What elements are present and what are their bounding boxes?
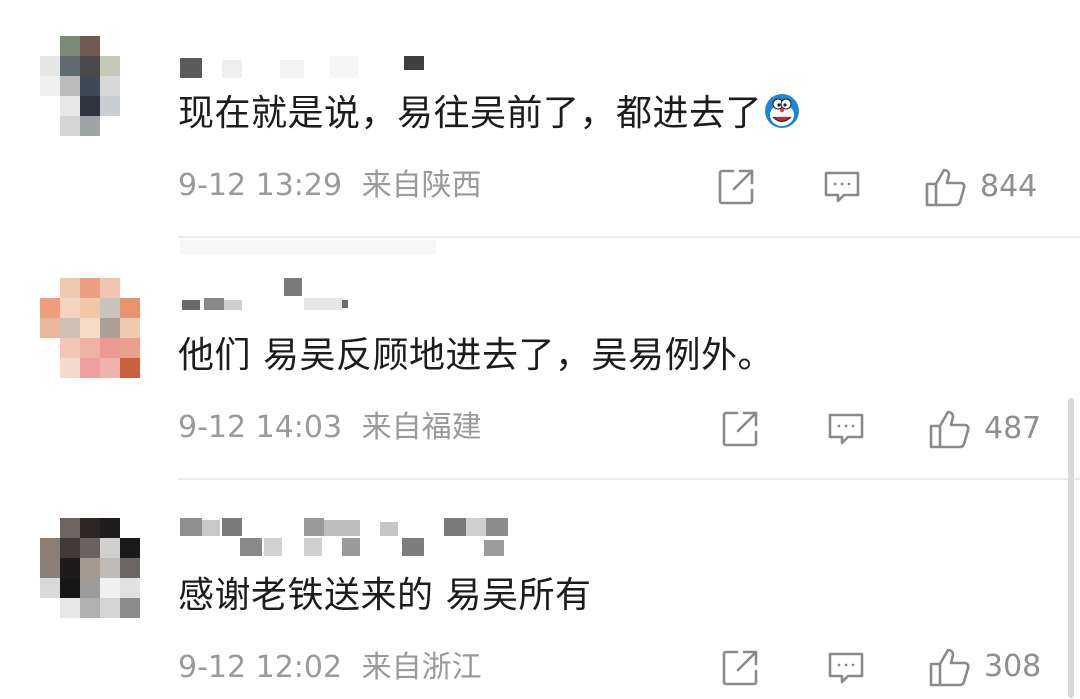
username-redacted[interactable] <box>180 518 510 556</box>
comment-meta: 9-12 14:03 来自福建 <box>178 410 482 446</box>
scrollbar[interactable] <box>1068 398 1074 698</box>
thumbs-up-icon <box>925 168 966 207</box>
comment-icon <box>828 652 864 684</box>
comment-text: 感谢老铁送来的 易吴所有 <box>178 575 592 616</box>
reply-button[interactable] <box>826 409 866 449</box>
share-icon <box>722 411 758 447</box>
reply-button[interactable] <box>822 167 862 207</box>
like-button[interactable]: 487 <box>928 408 1041 450</box>
like-count: 487 <box>984 411 1042 446</box>
comment-date: 9-12 12:02 <box>178 650 343 685</box>
comment-icon <box>828 413 864 445</box>
comment-icon <box>824 171 860 203</box>
username-redacted[interactable] <box>180 54 440 90</box>
avatar[interactable] <box>40 518 140 618</box>
comment-item[interactable]: 他们 易吴反顾地进去了，吴易例外。 9-12 14:03 来自福建 487 <box>0 238 1080 478</box>
like-button[interactable]: 844 <box>924 166 1037 208</box>
comment-date: 9-12 14:03 <box>178 410 343 445</box>
like-count: 844 <box>980 169 1038 204</box>
comment-item[interactable]: 感谢老铁送来的 易吴所有 9-12 12:02 来自浙江 308 <box>0 480 1080 699</box>
share-icon <box>718 169 754 205</box>
comment-text: 他们 易吴反顾地进去了，吴易例外。 <box>178 335 774 376</box>
thumbs-up-icon <box>929 410 970 449</box>
comment-location: 来自福建 <box>361 410 482 445</box>
username-redacted[interactable] <box>180 278 360 314</box>
thumbs-up-icon <box>929 648 970 687</box>
comment-date: 9-12 13:29 <box>178 168 343 203</box>
avatar[interactable] <box>40 278 140 378</box>
avatar[interactable] <box>40 36 140 136</box>
like-button[interactable]: 308 <box>928 646 1041 688</box>
share-icon <box>722 650 758 686</box>
comment-location: 来自陕西 <box>361 168 482 203</box>
share-button[interactable] <box>720 409 760 449</box>
comment-meta: 9-12 13:29 来自陕西 <box>178 168 482 204</box>
doraemon-emoji-icon <box>764 93 800 129</box>
comment-item[interactable]: 现在就是说，易往吴前了，都进去了 9-12 13:29 来自陕西 844 <box>0 0 1080 236</box>
reply-button[interactable] <box>826 648 866 688</box>
share-button[interactable] <box>716 167 756 207</box>
comment-text: 现在就是说，易往吴前了，都进去了 <box>178 92 800 136</box>
comment-meta: 9-12 12:02 来自浙江 <box>178 650 482 686</box>
comment-location: 来自浙江 <box>361 650 482 685</box>
share-button[interactable] <box>720 648 760 688</box>
comment-text-content: 现在就是说，易往吴前了，都进去了 <box>178 93 763 134</box>
like-count: 308 <box>984 649 1042 684</box>
